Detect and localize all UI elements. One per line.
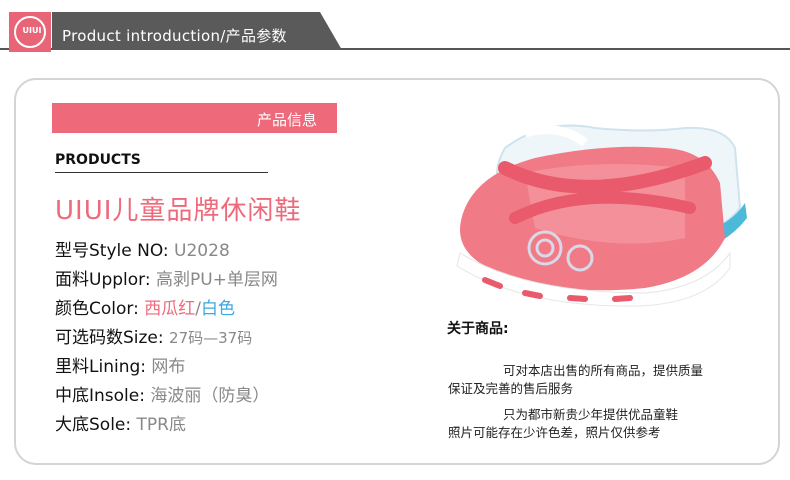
band-label: 产品信息 [256,111,317,129]
spec-value: 网布 [151,357,186,377]
spec-insole: 中底Insole: 海波丽（防臭） [55,381,269,406]
spec-lining: 里料Lining: 网布 [55,352,185,377]
about-title: 关于商品: [447,321,509,337]
spec-upper: 面料Upplor: 高剥PU+单层网 [55,265,278,290]
spec-label: 里料Lining: [55,357,146,377]
section-label: PRODUCTS [55,152,141,168]
spec-label: 颜色Color: [55,299,139,319]
about-line: 照片可能存在少许色差，照片仅供参考 [448,425,661,440]
page-header-title: Product introduction/产品参数 [62,27,287,45]
spec-label: 面料Upplor: [55,270,151,290]
spec-value: 27码—37码 [169,329,253,347]
spec-label: 型号Style NO: [55,241,169,261]
spec-value: 高剥PU+单层网 [155,270,278,290]
spec-color: 颜色Color: 西瓜红/白色 [55,294,235,319]
spec-sole: 大底Sole: TPR底 [55,410,186,435]
product-name: UIUI儿童品牌休闲鞋 [55,196,302,226]
spec-label: 可选码数Size: [55,328,164,348]
spec-value: U2028 [174,241,230,261]
spec-label: 中底Insole: [55,386,145,406]
product-image [456,124,747,307]
about-line: 可对本店出售的所有商品，提供质量 [503,363,704,378]
spec-style-no: 型号Style NO: U2028 [55,236,230,261]
spec-value-red: 西瓜红 [144,299,196,319]
logo-text: UIUI [22,26,42,35]
product-info-band: 产品信息 [52,103,337,133]
section-underline [55,172,268,173]
about-line: 保证及完善的售后服务 [448,381,574,396]
spec-size: 可选码数Size: 27码—37码 [55,323,252,348]
spec-value-blue: 白色 [200,299,235,319]
logo-ring: UIUI [14,16,46,48]
spec-value: 海波丽（防臭） [150,386,270,406]
brand-logo: UIUI [9,12,51,52]
about-line: 只为都市新贵少年提供优品童鞋 [503,407,679,422]
spec-label: 大底Sole: [55,415,132,435]
spec-value: TPR底 [136,415,186,435]
